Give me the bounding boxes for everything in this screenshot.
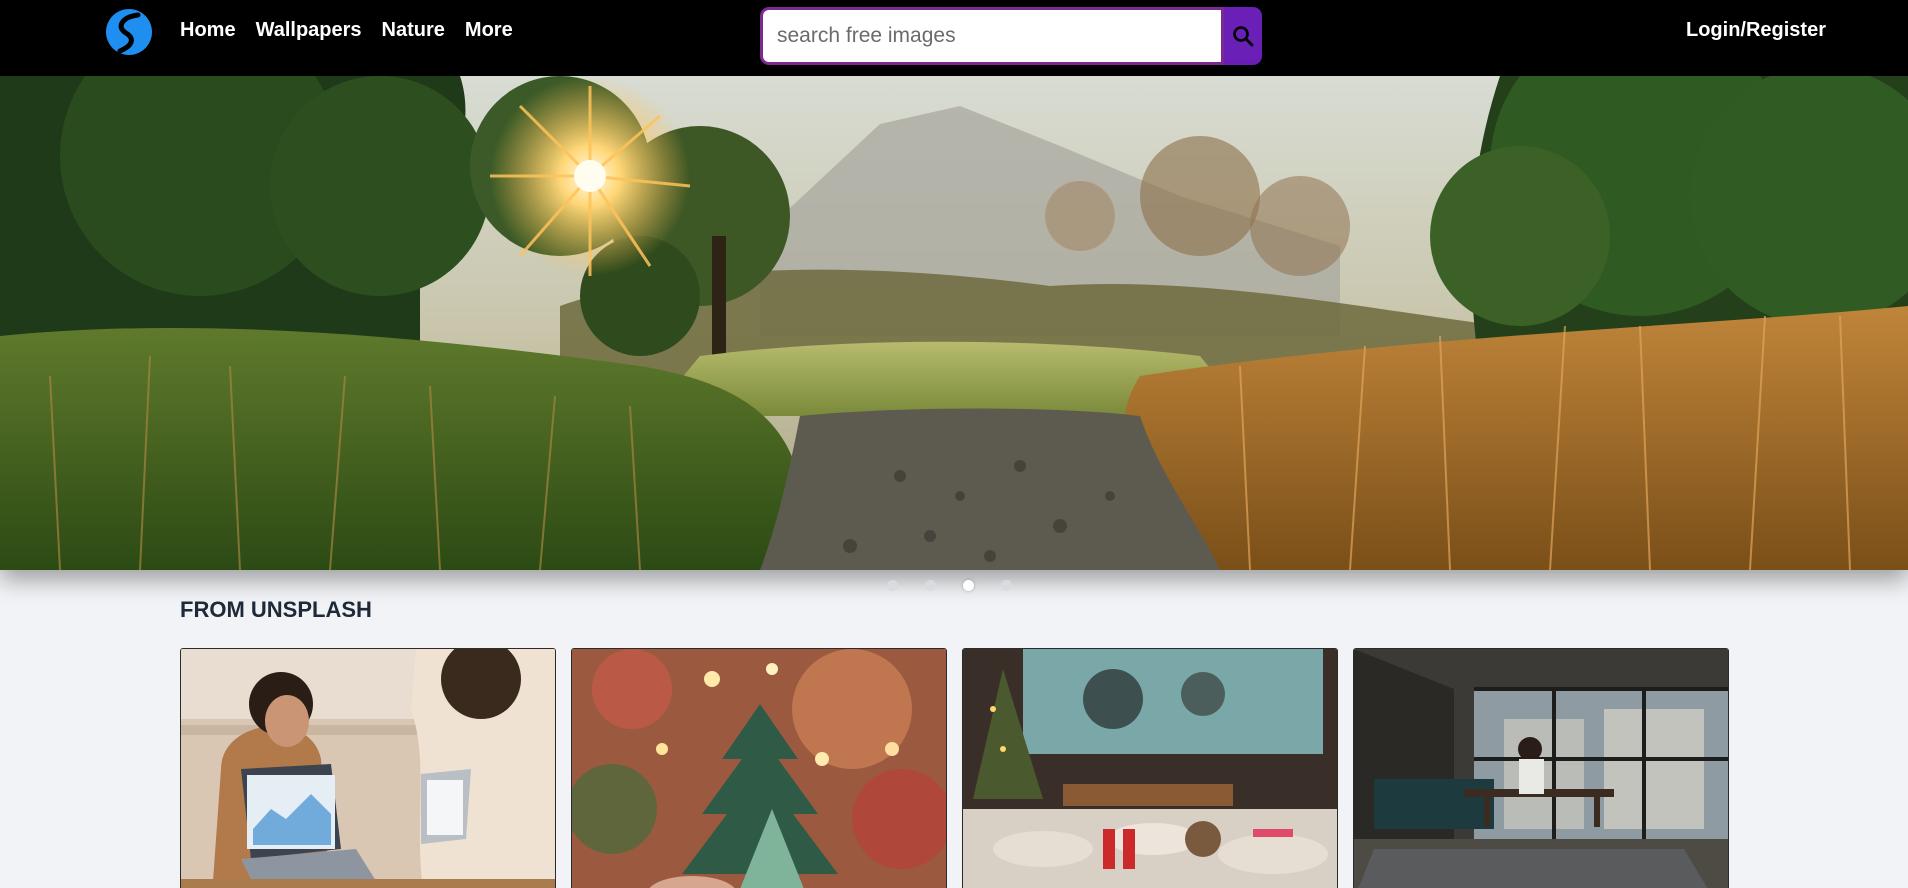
nav-nature-link[interactable]: Nature bbox=[382, 19, 445, 42]
photo-thumbnail bbox=[572, 649, 946, 888]
photo-thumbnail bbox=[963, 649, 1337, 888]
hero-carousel[interactable] bbox=[0, 76, 1908, 570]
nav-wallpapers-link[interactable]: Wallpapers bbox=[256, 19, 362, 42]
image-grid bbox=[180, 648, 1729, 888]
login-register-link[interactable]: Login/Register bbox=[1686, 19, 1826, 42]
carousel-dot-2[interactable] bbox=[925, 580, 936, 591]
section-title: FROM UNSPLASH bbox=[180, 597, 372, 622]
image-card[interactable] bbox=[180, 648, 556, 888]
image-card[interactable] bbox=[962, 648, 1338, 888]
nav-home-link[interactable]: Home bbox=[180, 19, 236, 42]
carousel-dot-3[interactable] bbox=[963, 580, 974, 591]
search-input[interactable] bbox=[760, 7, 1224, 65]
brand-logo-icon[interactable] bbox=[104, 7, 154, 57]
main-nav: Home Wallpapers Nature More bbox=[180, 19, 513, 42]
search-icon bbox=[1233, 26, 1254, 47]
search-button[interactable] bbox=[1224, 7, 1262, 65]
nav-more-link[interactable]: More bbox=[465, 19, 513, 42]
carousel-dot-1[interactable] bbox=[887, 580, 898, 591]
carousel-indicators bbox=[887, 580, 1012, 591]
carousel-dot-4[interactable] bbox=[1001, 580, 1012, 591]
photo-thumbnail bbox=[181, 649, 555, 888]
search-bar bbox=[760, 7, 1262, 65]
top-navbar: Home Wallpapers Nature More Login/Regist… bbox=[0, 0, 1908, 76]
photo-thumbnail bbox=[1354, 649, 1728, 888]
image-card[interactable] bbox=[571, 648, 947, 888]
hero-image bbox=[0, 76, 1908, 570]
image-card[interactable] bbox=[1353, 648, 1729, 888]
